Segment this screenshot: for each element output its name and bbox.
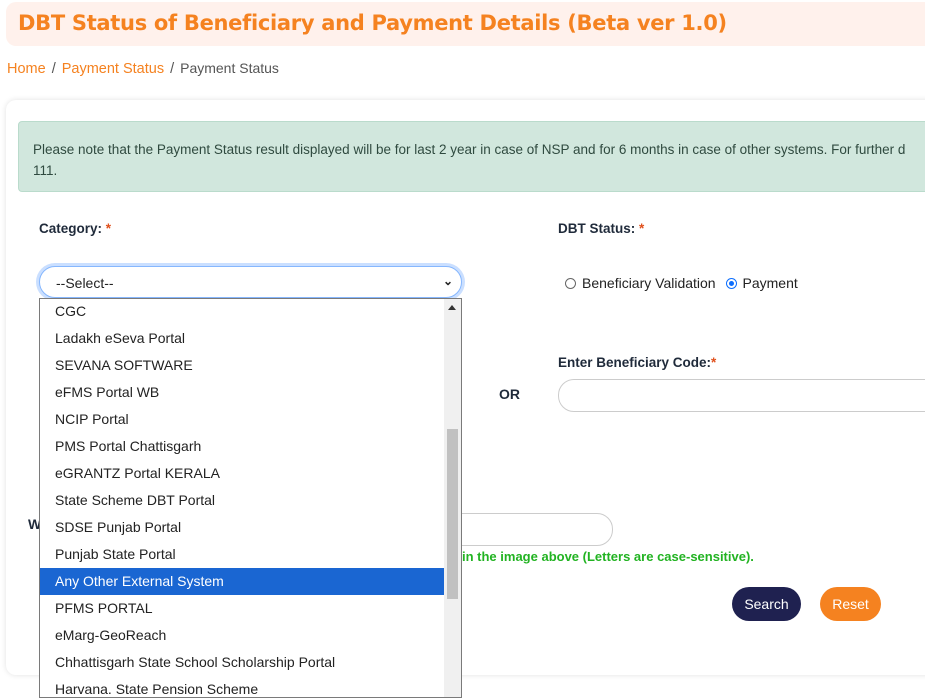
page-title: DBT Status of Beneficiary and Payment De…: [18, 11, 727, 35]
dropdown-option[interactable]: eGRANTZ Portal KERALA: [40, 460, 445, 487]
beneficiary-code-input[interactable]: [558, 379, 925, 412]
radio-button-checked[interactable]: [725, 277, 737, 289]
info-alert: Please note that the Payment Status resu…: [18, 121, 925, 192]
dropdown-option[interactable]: NCIP Portal: [40, 406, 445, 433]
info-alert-text: Please note that the Payment Status resu…: [33, 142, 906, 178]
dbt-status-radio-group: Beneficiary Validation Payment: [565, 275, 804, 292]
category-label: Category: *: [39, 221, 111, 236]
captcha-hint: in the image above (Letters are case-sen…: [462, 549, 754, 564]
dropdown-option[interactable]: SEVANA SOFTWARE: [40, 352, 445, 379]
dbt-status-label-text: DBT Status:: [558, 221, 636, 236]
breadcrumb-payment-status[interactable]: Payment Status: [62, 61, 164, 77]
dropdown-option[interactable]: SDSE Punjab Portal: [40, 514, 445, 541]
radio-beneficiary-validation[interactable]: Beneficiary Validation: [565, 275, 716, 291]
dropdown-option[interactable]: Harvana. State Pension Scheme: [40, 676, 445, 697]
radio-button[interactable]: [565, 277, 576, 289]
dropdown-scrollbar[interactable]: [444, 299, 461, 697]
dropdown-option[interactable]: PMS Portal Chattisgarh: [40, 433, 445, 460]
category-select[interactable]: --Select-- ⌄: [39, 266, 462, 298]
radio-label: Payment: [742, 275, 798, 291]
breadcrumb-separator: /: [51, 61, 56, 77]
dropdown-option[interactable]: CGC: [40, 299, 445, 325]
beneficiary-code-label-text: Enter Beneficiary Code:: [558, 355, 712, 370]
dropdown-option[interactable]: PFMS PORTAL: [40, 595, 445, 622]
breadcrumb-separator: /: [170, 61, 175, 77]
beneficiary-code-label: Enter Beneficiary Code:*: [558, 355, 716, 370]
or-divider-text: OR: [499, 386, 520, 402]
required-asterisk: *: [105, 221, 112, 236]
chevron-down-icon: ⌄: [442, 274, 454, 288]
scrollbar-thumb[interactable]: [447, 429, 458, 599]
required-asterisk: *: [639, 221, 645, 236]
category-dropdown-list[interactable]: CGC Ladakh eSeva Portal SEVANA SOFTWARE …: [39, 298, 462, 698]
required-asterisk: *: [711, 355, 717, 370]
breadcrumb-home[interactable]: Home: [7, 61, 46, 77]
radio-label: Beneficiary Validation: [582, 275, 716, 291]
dropdown-option[interactable]: Chhattisgarh State School Scholarship Po…: [40, 649, 445, 676]
radio-payment[interactable]: Payment: [725, 275, 798, 291]
scroll-up-arrow-icon[interactable]: [448, 305, 456, 310]
dropdown-option[interactable]: Punjab State Portal: [40, 541, 445, 568]
page-header: DBT Status of Beneficiary and Payment De…: [6, 2, 925, 46]
breadcrumb: Home / Payment Status / Payment Status: [7, 60, 279, 77]
dropdown-option[interactable]: State Scheme DBT Portal: [40, 487, 445, 514]
category-select-value: --Select--: [56, 275, 114, 291]
dropdown-option[interactable]: eFMS Portal WB: [40, 379, 445, 406]
category-label-text: Category:: [39, 221, 103, 236]
search-button[interactable]: Search: [732, 587, 801, 621]
dropdown-option[interactable]: Ladakh eSeva Portal: [40, 325, 445, 352]
dropdown-option-highlighted[interactable]: Any Other External System: [40, 568, 445, 595]
reset-button[interactable]: Reset: [820, 587, 881, 621]
dbt-status-label: DBT Status: *: [558, 221, 644, 236]
dropdown-option[interactable]: eMarg-GeoReach: [40, 622, 445, 649]
breadcrumb-current: Payment Status: [180, 60, 279, 76]
